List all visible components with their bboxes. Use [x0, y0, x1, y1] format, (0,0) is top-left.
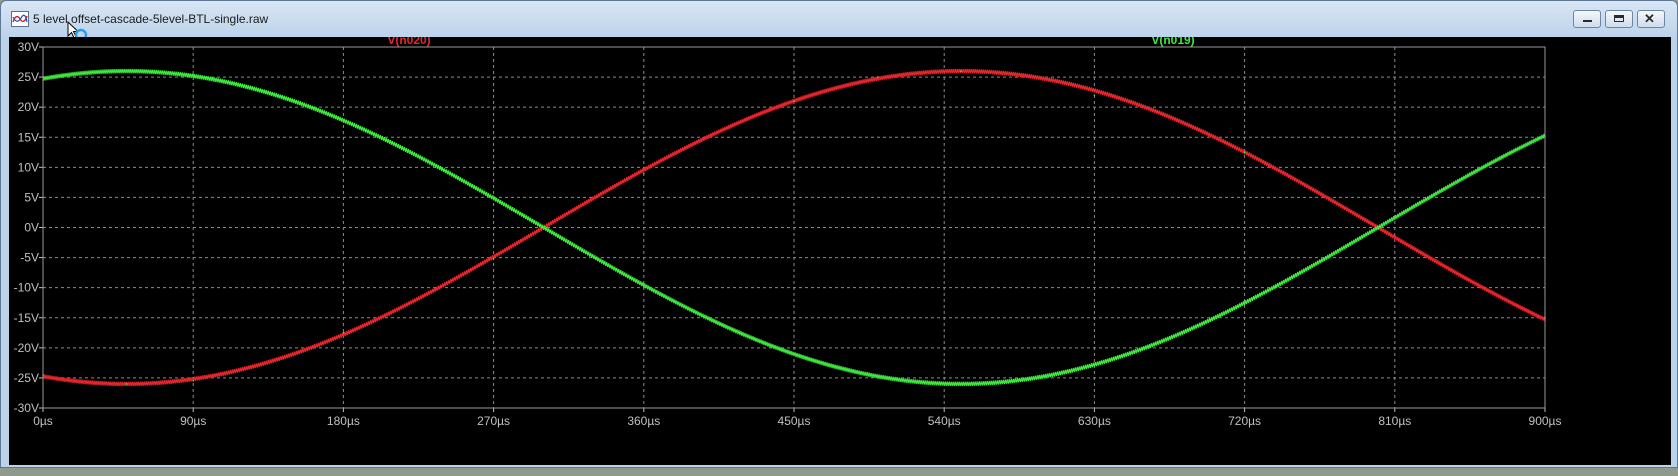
y-tick-label: 5V — [24, 190, 39, 204]
x-tick-label: 270µs — [477, 414, 510, 428]
data-point — [643, 280, 645, 283]
x-tick-label: 630µs — [1078, 414, 1111, 428]
maximize-button[interactable] — [1605, 10, 1633, 28]
y-tick-label: 0V — [24, 221, 39, 235]
y-tick-label: 25V — [18, 70, 39, 84]
legend-label[interactable]: V(n019) — [1151, 37, 1194, 47]
minimize-button[interactable] — [1573, 10, 1601, 28]
data-point — [793, 100, 795, 102]
data-point — [1243, 151, 1246, 154]
x-tick-label: 0µs — [33, 414, 53, 428]
x-tick-label: 90µs — [180, 414, 206, 428]
data-point — [876, 76, 879, 78]
close-icon: ✕ — [1644, 11, 1655, 26]
x-tick-label: 720µs — [1228, 414, 1261, 428]
y-tick-label: 30V — [18, 40, 39, 54]
x-tick-label: 180µs — [327, 414, 360, 428]
data-point — [125, 383, 128, 385]
data-point — [1377, 226, 1379, 229]
close-button[interactable]: ✕ — [1637, 10, 1665, 28]
data-point — [492, 257, 495, 260]
y-tick-label: -20V — [14, 341, 39, 355]
y-tick-label: -10V — [14, 281, 39, 295]
trace-legend[interactable]: V(n020) V(n019) — [387, 37, 1194, 47]
y-tick-label: 10V — [18, 160, 39, 174]
minimize-icon — [1583, 20, 1592, 22]
data-point — [342, 331, 345, 334]
y-tick-label: 20V — [18, 100, 39, 114]
x-tick-label: 450µs — [778, 414, 811, 428]
data-point — [542, 226, 545, 229]
y-tick-label: -30V — [14, 401, 39, 415]
y-tick-label: -5V — [20, 251, 39, 265]
maximize-icon — [1614, 15, 1624, 22]
data-point — [1093, 359, 1096, 361]
x-tick-label: 360µs — [627, 414, 660, 428]
y-tick-label: 15V — [18, 130, 39, 144]
title-bar[interactable]: 5 level offset-cascade-5level-BTL-single… — [1, 1, 1677, 42]
data-point — [643, 172, 645, 175]
plot-area[interactable]: 0µs 90µs 180µs 270µs 360µs 450µs 540µs 630µs 720… — [9, 37, 1671, 465]
waveform-window: 5 level offset-cascade-5level-BTL-single… — [0, 0, 1678, 468]
y-tick-label: -25V — [14, 371, 39, 385]
y-tick-label: -15V — [14, 311, 39, 325]
waveform-viewer-icon — [11, 11, 29, 27]
legend-label[interactable]: V(n020) — [387, 37, 430, 47]
x-tick-label: 900µs — [1529, 414, 1562, 428]
data-point — [1093, 94, 1096, 96]
waveform-chart[interactable]: 0µs 90µs 180µs 270µs 360µs 450µs 540µs 630µs 720… — [9, 37, 1671, 465]
data-point — [192, 380, 194, 382]
x-tick-label: 540µs — [928, 414, 961, 428]
x-tick-label: 810µs — [1378, 414, 1411, 428]
data-point — [960, 70, 962, 72]
